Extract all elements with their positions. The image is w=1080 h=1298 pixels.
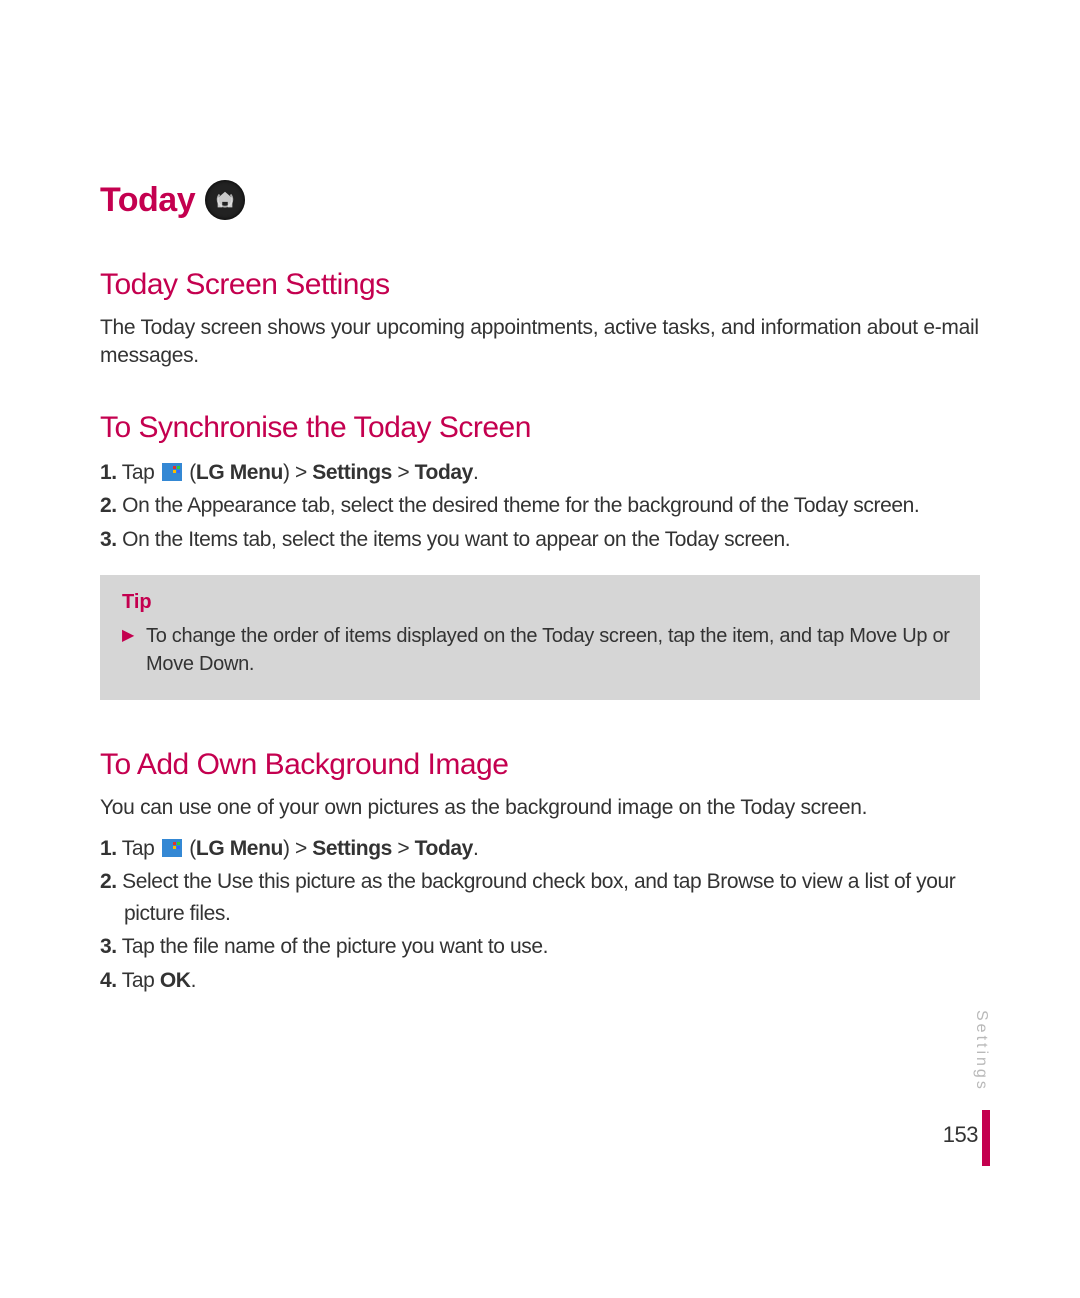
settings-label: Settings [312, 461, 392, 484]
settings-label: Settings [312, 837, 392, 860]
side-tab-label: Settings [972, 1010, 990, 1092]
sep: ) > [283, 837, 312, 860]
end: . [191, 969, 196, 992]
home-refresh-icon [214, 189, 236, 211]
step-number: 3. [100, 935, 117, 958]
tip-box: Tip ▶ To change the order of items displ… [100, 575, 980, 700]
list-item: 3. On the Items tab, select the items yo… [100, 524, 980, 556]
step-text: On the Items tab, select the items you w… [117, 528, 791, 551]
sep: > [392, 461, 415, 484]
page-number: 153 [943, 1122, 978, 1148]
tip-title: Tip [122, 591, 958, 614]
list-item: 4. Tap OK. [100, 965, 980, 997]
section-add-bg: To Add Own Background Image You can use … [100, 748, 980, 996]
intro-today-screen: The Today screen shows your upcoming app… [100, 314, 980, 371]
sync-steps: 1. Tap (LG Menu) > Settings > Today. 2. … [100, 457, 980, 556]
document-page: Today Today Screen Settings The Today sc… [0, 0, 1080, 1298]
step-number: 3. [100, 528, 117, 551]
step-number: 4. [100, 969, 117, 992]
ok-label: OK [160, 969, 191, 992]
today-label: Today [415, 837, 473, 860]
today-label: Today [415, 461, 473, 484]
page-title: Today [100, 181, 195, 220]
today-icon [205, 180, 245, 220]
section-sync: To Synchronise the Today Screen 1. Tap (… [100, 411, 980, 556]
step-text: On the Appearance tab, select the desire… [117, 494, 920, 517]
side-tab-marker [982, 1110, 990, 1166]
lg-menu-icon [162, 839, 182, 857]
end: . [473, 837, 478, 860]
page-title-row: Today [100, 180, 980, 220]
list-item: 3. Tap the file name of the picture you … [100, 931, 980, 963]
step-text-pre: Tap [122, 461, 160, 484]
lg-menu-label: LG Menu [196, 837, 283, 860]
step-text: Tap the file name of the picture you wan… [117, 935, 548, 958]
heading-add-bg: To Add Own Background Image [100, 748, 980, 782]
list-item: 1. Tap (LG Menu) > Settings > Today. [100, 457, 980, 489]
tip-row: ▶ To change the order of items displayed… [122, 622, 958, 678]
lg-menu-icon [162, 463, 182, 481]
list-item: 1. Tap (LG Menu) > Settings > Today. [100, 833, 980, 865]
step-text-pre: Tap [117, 969, 160, 992]
heading-sync: To Synchronise the Today Screen [100, 411, 980, 445]
step-number: 1. [100, 461, 117, 484]
intro-add-bg: You can use one of your own pictures as … [100, 794, 980, 822]
end: . [473, 461, 478, 484]
sep: > [392, 837, 415, 860]
sep: ) > [283, 461, 312, 484]
list-item: 2. On the Appearance tab, select the des… [100, 490, 980, 522]
step-text: Select the Use this picture as the backg… [117, 870, 956, 925]
step-number: 2. [100, 870, 117, 893]
section-today-screen: Today Screen Settings The Today screen s… [100, 268, 980, 371]
lg-menu-label: LG Menu [196, 461, 283, 484]
step-number: 2. [100, 494, 117, 517]
add-bg-steps: 1. Tap (LG Menu) > Settings > Today. 2. … [100, 833, 980, 997]
tip-text: To change the order of items displayed o… [146, 622, 958, 678]
list-item: 2. Select the Use this picture as the ba… [100, 866, 980, 929]
step-text-pre: Tap [122, 837, 160, 860]
step-number: 1. [100, 837, 117, 860]
heading-today-screen: Today Screen Settings [100, 268, 980, 302]
triangle-bullet-icon: ▶ [122, 622, 134, 650]
